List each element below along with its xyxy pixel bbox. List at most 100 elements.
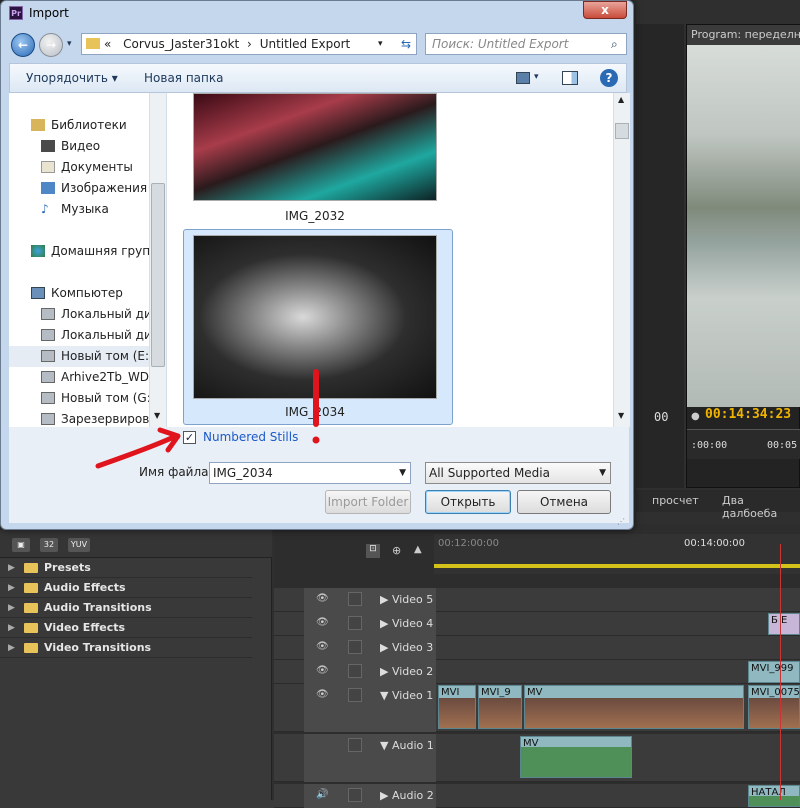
file-name[interactable]: IMG_2032: [193, 209, 437, 223]
address-dropdown-icon[interactable]: ▾: [378, 34, 383, 54]
close-button[interactable]: x: [583, 1, 627, 19]
tab-sequence[interactable]: Два далбоеба: [722, 494, 800, 520]
file-list-scrollbar[interactable]: ▲ ▼: [613, 93, 630, 427]
clip-v1[interactable]: MVI: [438, 685, 476, 729]
numbered-stills-label[interactable]: Numbered Stills: [203, 430, 298, 444]
lock-toggle[interactable]: [348, 616, 362, 630]
history-dropdown-icon[interactable]: ▾: [67, 39, 72, 49]
marker-icon[interactable]: ⊕: [392, 544, 401, 557]
nav-item-documents[interactable]: Документы: [9, 157, 157, 178]
program-ruler[interactable]: :00:00 00:05: [687, 429, 800, 459]
drive-icon: [41, 371, 55, 383]
scroll-down-icon[interactable]: ▼: [154, 411, 160, 420]
lock-toggle[interactable]: [348, 688, 362, 702]
clip-a1[interactable]: MV: [520, 736, 632, 778]
eye-icon[interactable]: 👁: [316, 665, 329, 677]
speaker-icon[interactable]: 🔊: [316, 789, 328, 801]
fx-folder-audio-transitions[interactable]: ▶ Audio Transitions: [0, 598, 252, 618]
clip-v4[interactable]: Б Е: [768, 613, 800, 635]
search-icon[interactable]: ⌕: [611, 37, 618, 52]
eye-icon[interactable]: 👁: [316, 641, 329, 653]
clip-v1[interactable]: MVI_9: [478, 685, 522, 729]
file-thumbnail[interactable]: [193, 235, 437, 399]
address-overflow[interactable]: «: [104, 37, 111, 51]
nav-item-drive-g[interactable]: Новый том (G:): [9, 388, 157, 409]
fx-folder-video-transitions[interactable]: ▶ Video Transitions: [0, 638, 252, 658]
clip-v1[interactable]: MVI_0075: [748, 685, 800, 729]
nav-item-homegroup[interactable]: Домашняя группа: [9, 241, 157, 262]
organize-menu[interactable]: Упорядочить ▾: [26, 71, 118, 85]
new-folder-button[interactable]: Новая папка: [144, 71, 223, 85]
file-type-value[interactable]: All Supported Media: [429, 466, 550, 480]
chevron-down-icon[interactable]: ▼: [599, 463, 606, 483]
nav-item-drive-e[interactable]: Новый том (E:): [9, 346, 157, 367]
program-monitor-title[interactable]: Program: переделн: [687, 25, 800, 45]
nav-item-drive[interactable]: Локальный диск: [9, 304, 157, 325]
nav-scroll-thumb[interactable]: [151, 183, 165, 367]
file-name[interactable]: IMG_2034: [193, 405, 437, 419]
sequence-tabs: просчет Два далбоеба: [636, 490, 800, 520]
lock-toggle[interactable]: [348, 592, 362, 606]
address-bar[interactable]: « Corvus_Jaster31okt › Untitled Export ▾…: [81, 33, 417, 55]
nav-item-drive[interactable]: Локальный диск: [9, 325, 157, 346]
nav-item-video[interactable]: Видео: [9, 136, 157, 157]
lock-toggle[interactable]: [348, 640, 362, 654]
tab-raschet[interactable]: просчет: [652, 494, 699, 507]
expand-arrow-icon[interactable]: ▶: [8, 558, 15, 578]
nav-item-music[interactable]: ♪ Музыка: [9, 199, 157, 220]
playhead[interactable]: [780, 544, 781, 800]
yuv-effects-button[interactable]: YUV: [68, 538, 90, 552]
eye-icon[interactable]: 👁: [316, 593, 329, 605]
import-folder-button[interactable]: Import Folder: [325, 490, 411, 514]
clip-v1[interactable]: MV: [524, 685, 744, 729]
view-dropdown-icon[interactable]: ▾: [534, 72, 539, 82]
numbered-stills-checkbox[interactable]: ✓: [183, 431, 196, 444]
work-area-bar[interactable]: [434, 564, 800, 568]
file-thumbnail[interactable]: [193, 93, 437, 201]
file-type-select[interactable]: All Supported Media ▼: [425, 462, 611, 484]
resize-grip-icon[interactable]: ⋰: [617, 517, 629, 529]
cancel-button[interactable]: Отмена: [517, 490, 611, 514]
nav-item-pictures[interactable]: Изображения: [9, 178, 157, 199]
filename-value[interactable]: IMG_2034: [213, 466, 273, 480]
scroll-down-icon[interactable]: ▼: [618, 411, 624, 420]
refresh-icon[interactable]: ⇆: [396, 34, 416, 54]
expand-arrow-icon[interactable]: ▶: [8, 618, 15, 638]
fx-folder-video-effects[interactable]: ▶ Video Effects: [0, 618, 252, 638]
filename-input[interactable]: IMG_2034 ▼: [209, 462, 411, 484]
accelerated-effects-icon[interactable]: ▣: [12, 538, 30, 552]
expand-arrow-icon[interactable]: ▶: [8, 598, 15, 618]
nav-item-computer[interactable]: Компьютер: [9, 283, 157, 304]
snap-icon[interactable]: ⊡: [366, 544, 380, 558]
preview-pane-icon[interactable]: [562, 71, 578, 85]
breadcrumb-part[interactable]: Corvus_Jaster31okt: [123, 37, 239, 51]
program-timecode[interactable]: 00:14:34:23: [705, 407, 791, 422]
nav-item-drive-f[interactable]: Arhive2Tb_WD (F: [9, 367, 157, 388]
help-icon[interactable]: ?: [600, 69, 618, 87]
nav-item-libraries[interactable]: Библиотеки: [9, 115, 157, 136]
eye-icon[interactable]: 👁: [316, 689, 329, 701]
32bit-effects-button[interactable]: 32: [40, 538, 58, 552]
clip-a2[interactable]: НАТАЛ: [748, 785, 800, 807]
lock-toggle[interactable]: [348, 664, 362, 678]
scroll-up-icon[interactable]: ▲: [618, 95, 624, 104]
expand-arrow-icon[interactable]: ▶: [8, 638, 15, 658]
change-view-icon[interactable]: [516, 72, 530, 84]
nav-scrollbar[interactable]: ▼: [149, 93, 166, 427]
lock-toggle[interactable]: [348, 738, 362, 752]
forward-button[interactable]: →: [39, 33, 63, 57]
breadcrumb-sep[interactable]: ›: [247, 37, 252, 51]
back-button[interactable]: ←: [11, 33, 35, 57]
chevron-down-icon[interactable]: ▼: [399, 463, 406, 483]
timeline-ruler[interactable]: 00:12:00:00 00:14:00:00: [434, 534, 800, 574]
open-button[interactable]: Открыть: [425, 490, 511, 514]
fx-folder-audio-effects[interactable]: ▶ Audio Effects: [0, 578, 252, 598]
eye-icon[interactable]: 👁: [316, 617, 329, 629]
add-marker-icon[interactable]: ▲: [414, 544, 422, 555]
breadcrumb-part[interactable]: Untitled Export: [260, 37, 351, 51]
fx-folder-presets[interactable]: ▶ Presets: [0, 558, 252, 578]
expand-arrow-icon[interactable]: ▶: [8, 578, 15, 598]
file-scroll-thumb[interactable]: [615, 123, 629, 139]
search-input[interactable]: Поиск: Untitled Export: [425, 33, 627, 55]
clip-v2[interactable]: MVI_999: [748, 661, 800, 683]
